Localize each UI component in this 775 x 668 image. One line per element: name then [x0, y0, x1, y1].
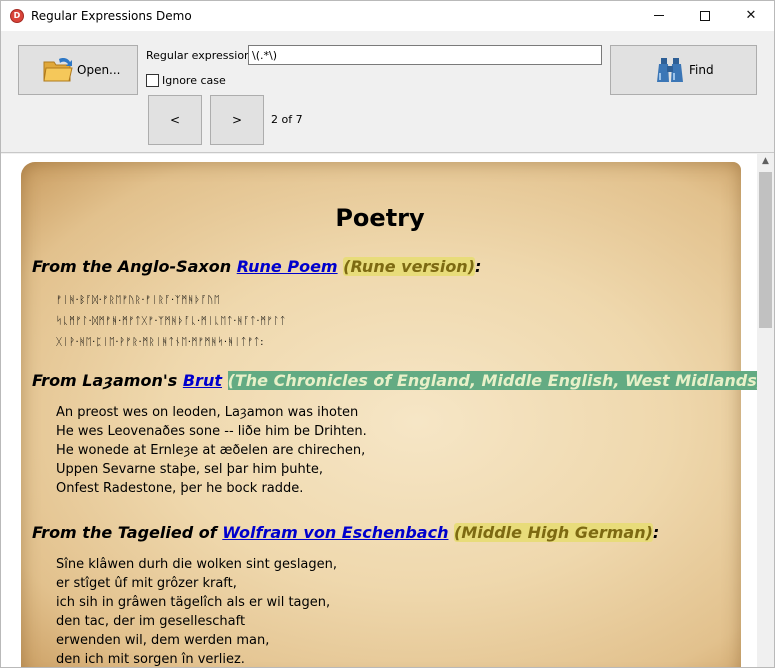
verse-line: Sîne klâwen durh die wolken sint geslage…: [56, 557, 338, 572]
verse: Sîne klâwen durh die wolken sint geslage…: [56, 555, 338, 667]
heading-suffix: :: [652, 523, 660, 542]
match-highlight: (Middle High German): [454, 523, 653, 542]
verse-line: ᚠᛁᚻ·ᛒᚪᛞ·ᚠᚱᛖᚠᚢᚱ·ᚠᛁᚱᚪ·ᛉᛗᚻᚦᚪᚢᛖ: [56, 295, 221, 306]
minimize-icon: [654, 15, 664, 16]
verse-line: An preost wes on leoden, Laȝamon was iho…: [56, 405, 359, 420]
heading-text: From Laȝamon's: [32, 371, 183, 390]
next-match-button[interactable]: >: [210, 95, 264, 145]
verse-line: er stîget ûf mit grôzer kraft,: [56, 576, 237, 591]
heading-text: From the Anglo-Saxon: [32, 257, 237, 276]
heading-link[interactable]: Rune Poem: [237, 257, 338, 276]
verse-line: ᛋᚳᛗᚠᛚ·ᛞᛗᚠᚻ·ᛗᚠᛏᚷᚠ·ᛉᛗᚻᚦᚪᚳ·ᛗᛁᚳᛖᛏ·ᚻᚪᛏ·ᛗᚠᛚᛏ: [56, 316, 287, 327]
verse-line: He wonede at Ernleȝe at æðelen are chire…: [56, 443, 366, 458]
title-bar: D Regular Expressions Demo ✕: [1, 1, 774, 31]
previous-match-button[interactable]: <: [148, 95, 202, 145]
find-button[interactable]: Find: [610, 45, 757, 95]
heading-link[interactable]: Wolfram von Eschenbach: [222, 523, 448, 542]
heading-text: From the Tagelied of: [32, 523, 223, 542]
verse-line: ich sih in grâwen tägelîch als er wil ta…: [56, 595, 331, 610]
maximize-button[interactable]: [682, 1, 728, 31]
regex-label: Regular expression:: [146, 49, 255, 62]
section-heading: From Laȝamon's Brut (The Chronicles of E…: [32, 371, 757, 390]
document-view[interactable]: Poetry From the Anglo-Saxon Rune Poem (R…: [1, 154, 757, 667]
current-match-highlight: (The Chronicles of England, Middle Engli…: [227, 371, 757, 390]
scroll-thumb[interactable]: [759, 172, 772, 328]
toolbar: Open... Regular expression: Ignore case …: [1, 31, 774, 153]
rune-verse: ᚠᛁᚻ·ᛒᚪᛞ·ᚠᚱᛖᚠᚢᚱ·ᚠᛁᚱᚪ·ᛉᛗᚻᚦᚪᚢᛖ ᛋᚳᛗᚠᛚ·ᛞᛗᚠᚻ·ᛗ…: [56, 290, 286, 353]
verse-line: den tac, der im geselleschaft: [56, 614, 246, 629]
find-button-label: Find: [689, 63, 714, 77]
window-title: Regular Expressions Demo: [31, 9, 192, 23]
heading-link[interactable]: Brut: [183, 371, 222, 390]
verse-line: erwenden wil, dem werden man,: [56, 633, 270, 648]
match-counter: 2 of 7: [271, 113, 303, 126]
verse-line: ᚷᛁᚹ·ᚻᛖ·ᛈᛁᛖ·ᚹᚠᚱ·ᛗᚱᛁᚻᛏᚾᛖ·ᛗᚠᛗᚻᛋ·ᚻᛁᛏᚠᛏ:: [56, 337, 264, 348]
minimize-button[interactable]: [636, 1, 682, 31]
regex-input[interactable]: [248, 45, 602, 65]
open-button-label: Open...: [77, 63, 121, 77]
close-button[interactable]: ✕: [728, 1, 774, 31]
binoculars-icon: [657, 58, 683, 82]
close-icon: ✕: [745, 8, 757, 23]
verse-line: Onfest Radestone, þer he bock radde.: [56, 481, 304, 496]
app-window: D Regular Expressions Demo ✕ Open... Reg…: [0, 0, 775, 668]
verse-line: He wes Leovenaðes sone -- liðe him be Dr…: [56, 424, 367, 439]
folder-open-icon: [43, 58, 73, 82]
heading-suffix: :: [475, 257, 482, 276]
verse: An preost wes on leoden, Laȝamon was iho…: [56, 403, 367, 498]
maximize-icon: [700, 10, 710, 21]
verse-line: Uppen Sevarne staþe, sel þar him þuhte,: [56, 462, 323, 477]
verse-line: den ich mit sorgen în verliez.: [56, 652, 245, 667]
app-icon: D: [10, 9, 24, 23]
match-highlight: (Rune version): [343, 257, 476, 276]
vertical-scrollbar[interactable]: ▲: [757, 154, 774, 667]
open-button[interactable]: Open...: [18, 45, 138, 95]
ignore-case-label: Ignore case: [162, 74, 226, 87]
section-heading: From the Tagelied of Wolfram von Eschenb…: [32, 523, 659, 542]
section-heading: From the Anglo-Saxon Rune Poem (Rune ver…: [32, 257, 481, 276]
ignore-case-checkbox[interactable]: [146, 74, 159, 87]
document-title: Poetry: [335, 204, 425, 232]
scroll-up-arrow-icon[interactable]: ▲: [757, 156, 774, 170]
